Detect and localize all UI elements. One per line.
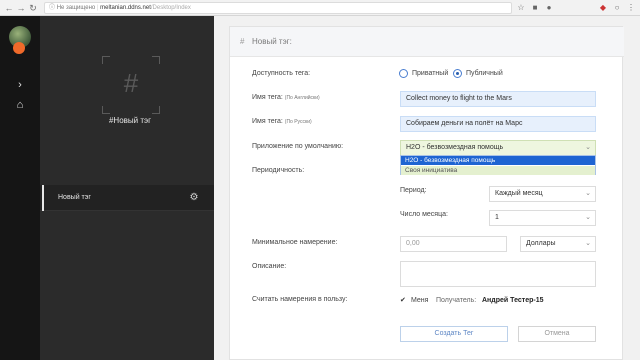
availability-label: Доступность тега: [252, 70, 311, 77]
chevron-down-icon[interactable]: ⌄ [584, 190, 592, 198]
chevron-down-icon[interactable]: ⌄ [584, 144, 592, 152]
tag-item-label: Новый тэг [58, 194, 91, 201]
browser-toolbar: ← → ↻ ⓘ Не защищено | meltanian.ddns.net… [0, 0, 640, 16]
count-for-label: Считать намерения в пользу: [252, 296, 348, 303]
security-label: Не защищено [56, 5, 96, 11]
day-of-month-select[interactable]: 1 [489, 210, 596, 226]
info-icon[interactable]: ⓘ [49, 5, 55, 11]
form-title: Новый тэг: [252, 37, 292, 46]
menu-icon[interactable]: ⋮ [626, 3, 636, 13]
left-rail: › ⌂ [0, 16, 40, 360]
dropdown-option[interactable]: Своя инициатива [401, 166, 595, 175]
min-intent-input[interactable]: 0,00 [400, 236, 507, 252]
default-app-select[interactable]: H2O - безвозмездная помощь [400, 140, 596, 156]
name-en-label: Имя тега: (По Английски) [252, 94, 320, 101]
dropdown-option[interactable]: H2O - безвозмездная помощь [401, 156, 595, 165]
card-header: # Новый тэг: [230, 27, 624, 57]
star-icon[interactable]: ☆ [516, 3, 526, 13]
url-path: /Desktop/Index [150, 5, 191, 11]
active-indicator [42, 185, 44, 211]
me-checkbox[interactable]: ✔ [400, 296, 406, 304]
reload-icon[interactable]: ↻ [28, 3, 38, 13]
extension-icon[interactable]: ◆ [598, 3, 608, 13]
create-tag-button[interactable]: Создать Тег [400, 326, 508, 342]
radio-public-label[interactable]: Публичный [466, 70, 503, 77]
address-bar[interactable]: ⓘ Не защищено | meltanian.ddns.net/Deskt… [44, 2, 512, 14]
tag-title: #Новый тэг [108, 116, 152, 125]
periodicity-label: Периодичность: [252, 167, 305, 174]
tag-list-item[interactable]: Новый тэг ⚙ [40, 185, 214, 211]
default-app-dropdown: H2O - безвозмездная помощь Своя инициати… [400, 155, 596, 175]
recipient-label: Получатель: [436, 297, 477, 304]
chevron-down-icon[interactable]: ⌄ [584, 240, 592, 248]
notification-badge [13, 42, 25, 54]
default-app-label: Приложение по умолчанию: [252, 143, 344, 150]
radio-private-label[interactable]: Приватный [412, 70, 448, 77]
scrollbar[interactable] [630, 16, 640, 360]
profile-icon[interactable]: ○ [612, 3, 622, 13]
chevron-down-icon[interactable]: ⌄ [584, 214, 592, 222]
cancel-button[interactable]: Отмена [518, 326, 596, 342]
hash-icon: # [123, 68, 139, 98]
tag-image-placeholder[interactable]: # [102, 56, 160, 114]
hash-icon: # [240, 37, 245, 46]
gear-icon[interactable]: ⚙ [188, 192, 200, 204]
extension-icon[interactable]: ■ [530, 3, 540, 13]
description-textarea[interactable] [400, 261, 596, 287]
day-of-month-label: Число месяца: [400, 211, 448, 218]
recipient-value: Андрей Тестер-15 [482, 297, 544, 304]
name-en-input[interactable]: Collect money to flight to the Mars [400, 91, 596, 107]
name-ru-label: Имя тега: (По Русски) [252, 118, 312, 125]
period-select[interactable]: Каждый месяц [489, 186, 596, 202]
arrow-left-icon[interactable]: ← [4, 3, 14, 13]
name-ru-input[interactable]: Собираем деньги на полёт на Марс [400, 116, 596, 132]
arrow-right-icon[interactable]: → [16, 3, 26, 13]
period-label: Период: [400, 187, 427, 194]
me-label: Меня [411, 297, 429, 304]
extension-icon[interactable]: ● [544, 3, 554, 13]
min-intent-label: Минимальное намерение: [252, 239, 338, 246]
description-label: Описание: [252, 263, 287, 270]
radio-private[interactable] [399, 69, 408, 78]
url-host: meltanian.ddns.net [100, 5, 151, 11]
radio-public[interactable] [453, 69, 462, 78]
home-icon[interactable]: ⌂ [13, 98, 27, 112]
tag-panel: # #Новый тэг Новый тэг ⚙ [40, 16, 214, 360]
chevron-right-icon[interactable]: › [13, 78, 27, 92]
